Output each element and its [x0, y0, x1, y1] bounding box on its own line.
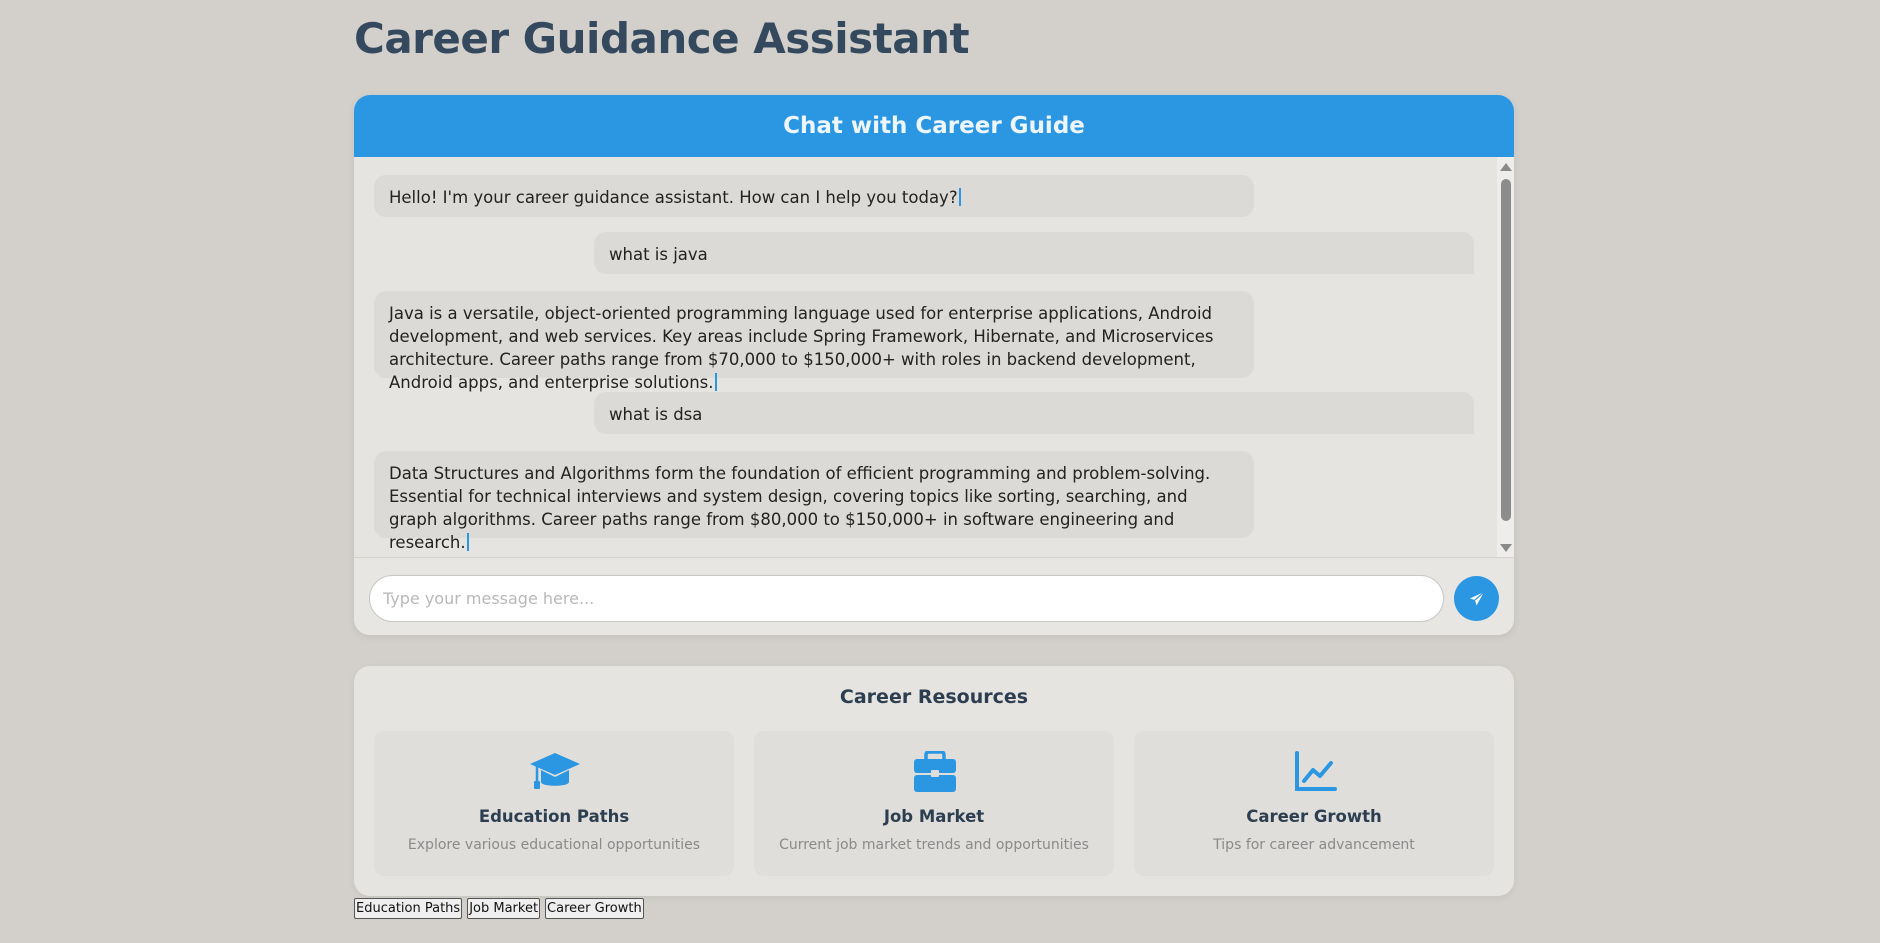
typing-cursor: [714, 373, 717, 391]
message-text: Data Structures and Algorithms form the …: [389, 464, 1211, 552]
resource-name: Education Paths: [478, 807, 630, 826]
scroll-down-arrow-icon[interactable]: [1500, 544, 1512, 552]
page-title: Career Guidance Assistant: [354, 14, 970, 63]
bot-message: Data Structures and Algorithms form the …: [374, 451, 1254, 552]
education-paths-button[interactable]: Education Paths: [354, 898, 463, 919]
chat-panel: Chat with Career Guide Hello! I'm your c…: [354, 95, 1514, 635]
resources-panel: Career Resources Education Paths Explore…: [354, 666, 1514, 896]
resource-card-education[interactable]: Education Paths Explore various educatio…: [374, 731, 734, 876]
bot-message: Hello! I'm your career guidance assistan…: [374, 175, 1254, 217]
briefcase-icon: [914, 751, 956, 792]
resources-title: Career Resources: [839, 686, 1029, 708]
typing-cursor: [466, 533, 469, 551]
resource-card-job-market[interactable]: Job Market Current job market trends and…: [754, 731, 1114, 876]
message-composer: [354, 558, 1514, 635]
message-text: Hello! I'm your career guidance assistan…: [389, 188, 958, 207]
scroll-up-arrow-icon[interactable]: [1500, 163, 1512, 171]
message-text: what is java: [609, 245, 708, 264]
graduation-cap-icon: [530, 753, 580, 789]
resource-description: Tips for career advancement: [1213, 837, 1415, 853]
resource-description: Explore various educational opportunitie…: [407, 837, 701, 853]
message-text: Java is a versatile, object-oriented pro…: [389, 304, 1214, 392]
message-text: what is dsa: [609, 405, 703, 424]
typing-cursor: [958, 188, 961, 206]
resource-card-career-growth[interactable]: Career Growth Tips for career advancemen…: [1134, 731, 1494, 876]
send-button[interactable]: [1454, 576, 1499, 621]
chat-header: Chat with Career Guide: [354, 95, 1514, 157]
resource-description: Current job market trends and opportunit…: [779, 837, 1089, 853]
resource-name: Job Market: [883, 807, 985, 826]
chart-line-icon: [1295, 751, 1337, 791]
job-market-button[interactable]: Job Market: [467, 898, 541, 919]
user-message: what is java: [594, 232, 1474, 274]
message-list: Hello! I'm your career guidance assistan…: [354, 157, 1514, 558]
user-message: what is dsa: [594, 392, 1474, 434]
resource-button-bar: Education Paths Job Market Career Growth: [354, 898, 644, 919]
career-growth-button[interactable]: Career Growth: [545, 898, 644, 919]
scrollbar-thumb[interactable]: [1501, 179, 1511, 521]
paper-plane-icon: [1469, 591, 1484, 605]
resource-name: Career Growth: [1246, 807, 1382, 826]
bot-message: Java is a versatile, object-oriented pro…: [374, 291, 1254, 392]
message-input[interactable]: [369, 575, 1444, 622]
messages-scrollbar[interactable]: [1497, 157, 1514, 557]
